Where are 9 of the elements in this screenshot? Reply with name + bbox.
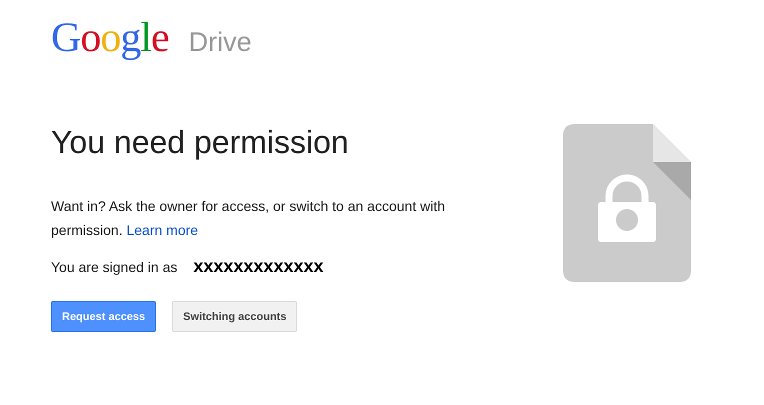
message-text: Want in? Ask the owner for access, or switch to an account with permission. Learn more <box>51 197 446 240</box>
product-name: Drive <box>188 27 252 58</box>
account-name: xxxxxxxxxxxxx <box>193 256 324 277</box>
logo: Google <box>51 14 169 62</box>
page-heading: You need permission <box>51 123 350 162</box>
switch-accounts-button[interactable]: Switching accounts <box>172 301 298 332</box>
learn-more-link[interactable]: Learn more <box>126 222 198 238</box>
locked-file-icon <box>563 124 691 282</box>
signed-in-label: You are signed in as <box>51 258 178 274</box>
